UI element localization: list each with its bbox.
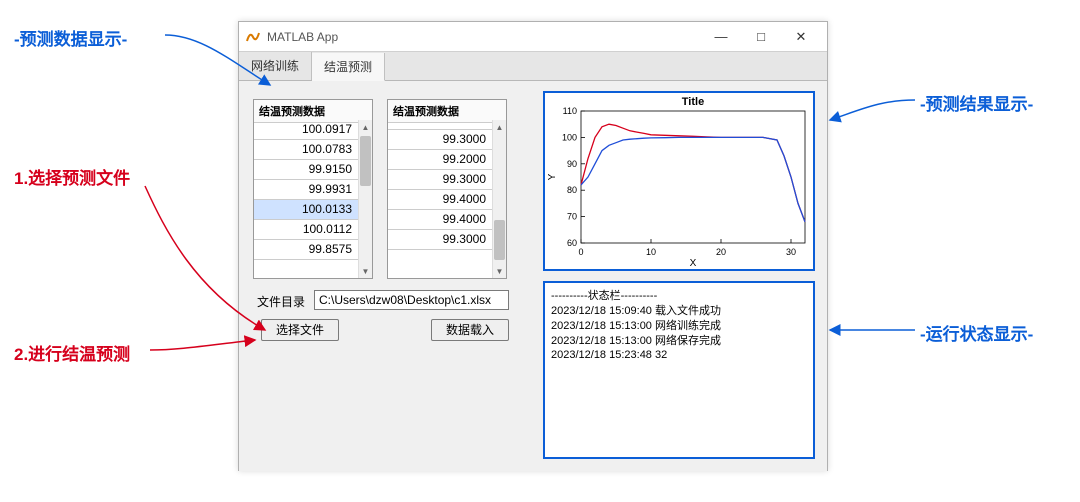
file-path-input[interactable] xyxy=(314,290,509,310)
svg-text:20: 20 xyxy=(716,247,726,257)
close-button[interactable]: ✕ xyxy=(781,23,821,51)
status-line: 2023/12/18 15:13:00 网络保存完成 xyxy=(551,334,807,349)
scroll-down-icon[interactable]: ▼ xyxy=(493,264,506,278)
table-row[interactable]: 99.3000 xyxy=(388,230,492,250)
status-header: ----------状态栏---------- xyxy=(551,289,807,304)
svg-text:100: 100 xyxy=(562,132,577,142)
minimize-button[interactable]: — xyxy=(701,23,741,51)
table-row[interactable]: 100.0783 xyxy=(254,140,358,160)
scroll-up-icon[interactable]: ▲ xyxy=(359,120,372,134)
annot-step2: 2.进行结温预测 xyxy=(14,340,130,365)
content-panel: 结温预测数据 100.0917 100.0783 99.9150 99.9931… xyxy=(239,81,827,471)
svg-text:Title: Title xyxy=(682,96,704,108)
maximize-button[interactable]: □ xyxy=(741,23,781,51)
scroll-down-icon[interactable]: ▼ xyxy=(359,264,372,278)
scroll-up-icon[interactable]: ▲ xyxy=(493,120,506,134)
app-icon xyxy=(245,29,261,45)
svg-text:90: 90 xyxy=(567,159,577,169)
svg-text:60: 60 xyxy=(567,238,577,248)
data-table-2: 结温预测数据 99.3000 99.2000 99.3000 99.4000 9… xyxy=(387,99,507,279)
scrollbar[interactable]: ▲ ▼ xyxy=(358,120,372,278)
tab-temp-predict[interactable]: 结温预测 xyxy=(312,53,385,81)
file-dir-label: 文件目录 xyxy=(257,293,305,310)
scroll-thumb[interactable] xyxy=(494,220,505,260)
load-data-button[interactable]: 数据载入 xyxy=(431,319,509,341)
svg-text:Y: Y xyxy=(547,173,558,180)
status-line: 2023/12/18 15:09:40 载入文件成功 xyxy=(551,304,807,319)
svg-text:80: 80 xyxy=(567,185,577,195)
chart: 60 70 80 90 100 110 0 10 20 30 Title X Y xyxy=(545,93,813,269)
scroll-thumb[interactable] xyxy=(360,136,371,186)
titlebar: MATLAB App — □ ✕ xyxy=(239,22,827,52)
data-table-1: 结温预测数据 100.0917 100.0783 99.9150 99.9931… xyxy=(253,99,373,279)
choose-file-button[interactable]: 选择文件 xyxy=(261,319,339,341)
tab-network-train[interactable]: 网络训练 xyxy=(239,52,312,80)
status-line: 2023/12/18 15:23:48 32 xyxy=(551,348,807,363)
svg-text:X: X xyxy=(690,258,697,269)
status-panel: ----------状态栏---------- 2023/12/18 15:09… xyxy=(543,281,815,459)
annot-data-display: -预测数据显示- xyxy=(14,25,127,50)
table-row[interactable]: 99.9931 xyxy=(254,180,358,200)
table-row[interactable]: 100.0917 xyxy=(254,120,358,140)
table-row[interactable]: 99.3000 xyxy=(388,130,492,150)
status-line: 2023/12/18 15:13:00 网络训练完成 xyxy=(551,319,807,334)
svg-text:70: 70 xyxy=(567,212,577,222)
svg-text:30: 30 xyxy=(786,247,796,257)
table-row[interactable]: 99.9150 xyxy=(254,160,358,180)
table-row[interactable] xyxy=(388,120,492,130)
table-row[interactable]: 99.4000 xyxy=(388,210,492,230)
scrollbar[interactable]: ▲ ▼ xyxy=(492,120,506,278)
svg-text:110: 110 xyxy=(563,106,577,116)
window-title: MATLAB App xyxy=(267,30,701,44)
table-row[interactable]: 99.3000 xyxy=(388,170,492,190)
annot-result-display: -预测结果显示- xyxy=(920,90,1033,115)
svg-text:10: 10 xyxy=(646,247,656,257)
table-row[interactable]: 100.0112 xyxy=(254,220,358,240)
table-row[interactable]: 99.4000 xyxy=(388,190,492,210)
annot-status-display: -运行状态显示- xyxy=(920,320,1033,345)
svg-text:0: 0 xyxy=(578,247,583,257)
table-row[interactable]: 99.8575 xyxy=(254,240,358,260)
tab-bar: 网络训练 结温预测 xyxy=(239,52,827,81)
app-window: MATLAB App — □ ✕ 网络训练 结温预测 结温预测数据 100.09… xyxy=(238,21,828,471)
annot-step1: 1.选择预测文件 xyxy=(14,164,130,189)
table-row[interactable]: 100.0133 xyxy=(254,200,358,220)
chart-panel: 60 70 80 90 100 110 0 10 20 30 Title X Y xyxy=(543,91,815,271)
table-row[interactable]: 99.2000 xyxy=(388,150,492,170)
